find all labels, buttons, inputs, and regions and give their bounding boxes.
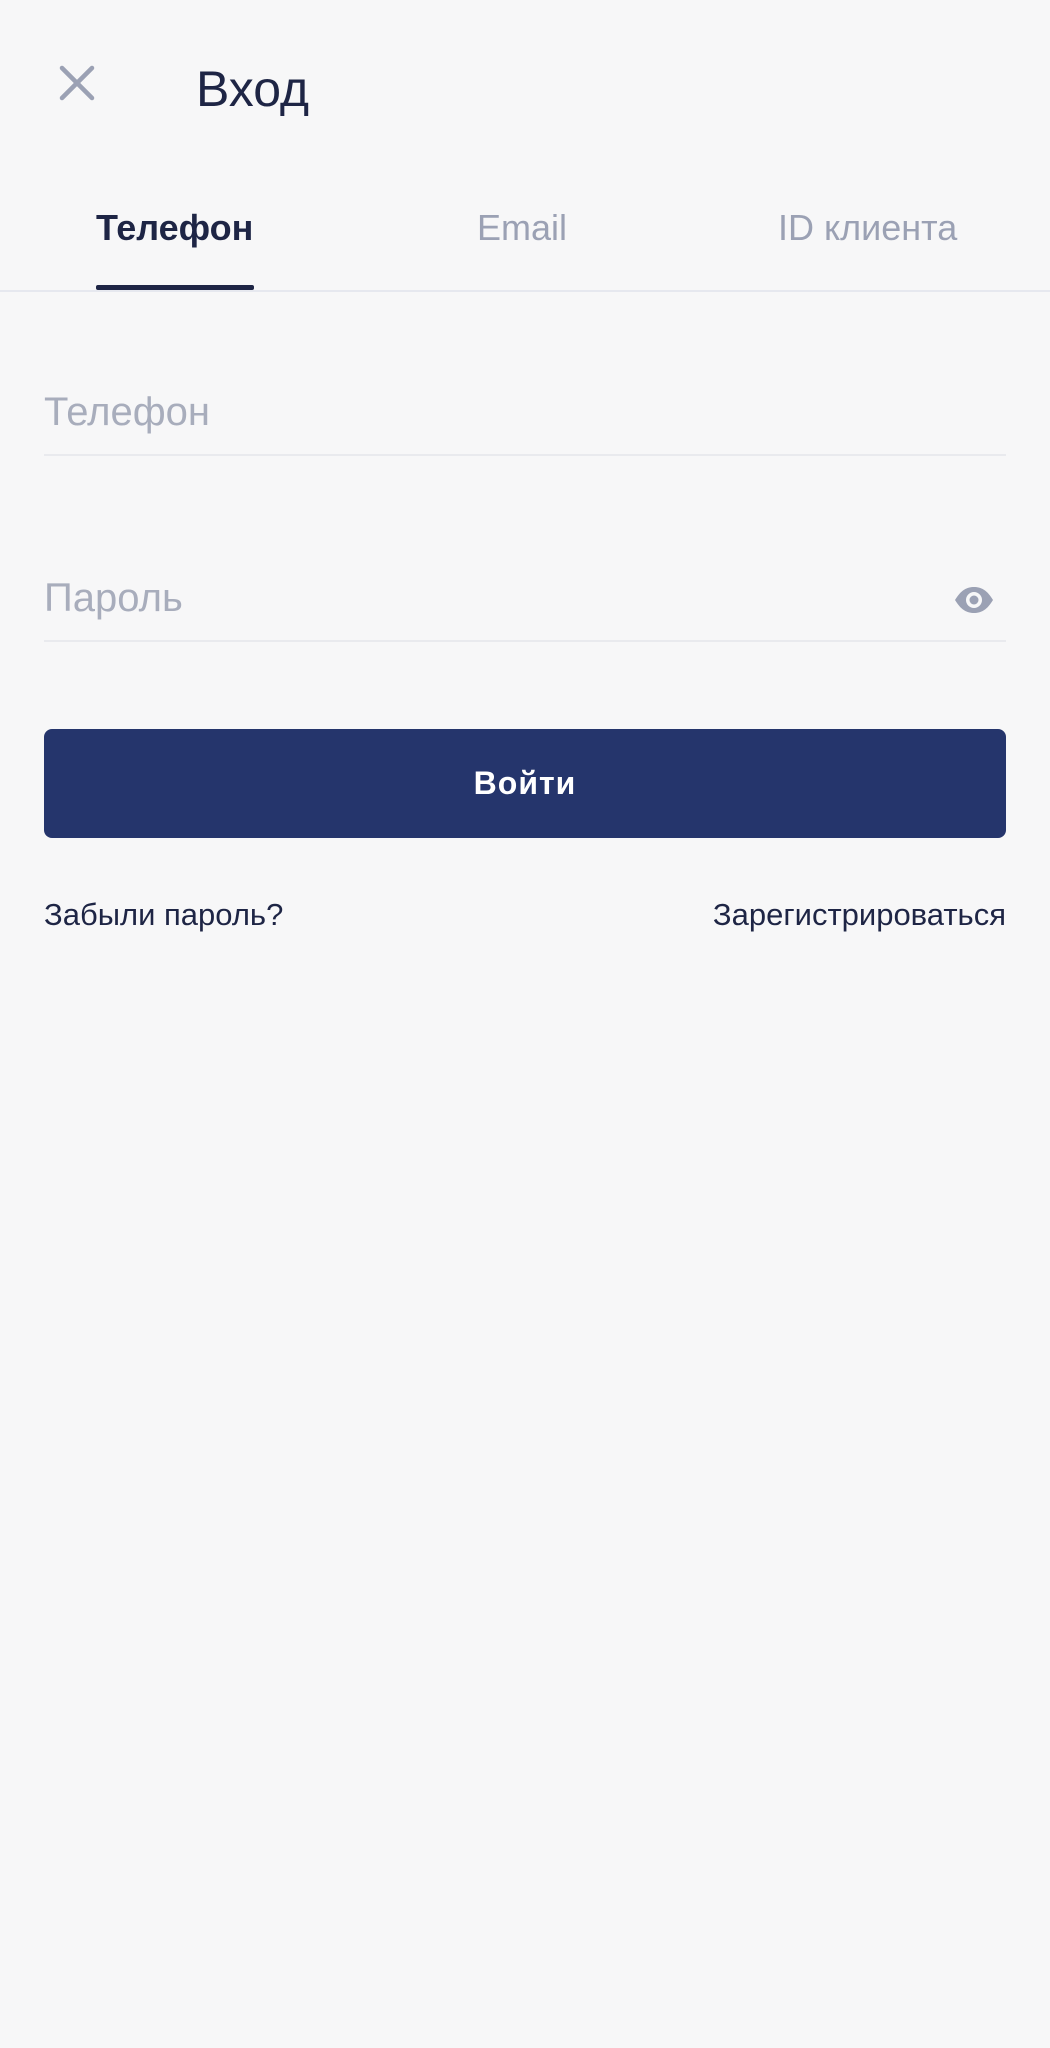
phone-input[interactable]	[44, 382, 904, 442]
close-icon	[58, 64, 96, 107]
login-button[interactable]: Войти	[44, 729, 1006, 838]
header: Вход	[0, 0, 1050, 180]
tab-client-id[interactable]: ID клиента	[778, 204, 957, 252]
login-method-tabs: Телефон Email ID клиента	[0, 180, 1050, 292]
page-title: Вход	[196, 61, 310, 117]
tab-phone[interactable]: Телефон	[96, 204, 253, 252]
show-password-button[interactable]	[952, 580, 996, 624]
password-input[interactable]	[44, 568, 904, 628]
tab-email[interactable]: Email	[477, 204, 567, 252]
active-tab-indicator	[96, 285, 254, 290]
password-field	[44, 560, 1006, 642]
phone-field	[44, 374, 1006, 456]
register-link[interactable]: Зарегистрироваться	[713, 893, 1006, 937]
forgot-password-link[interactable]: Забыли пароль?	[44, 893, 283, 937]
eye-icon	[953, 585, 995, 620]
close-button[interactable]	[52, 60, 102, 110]
